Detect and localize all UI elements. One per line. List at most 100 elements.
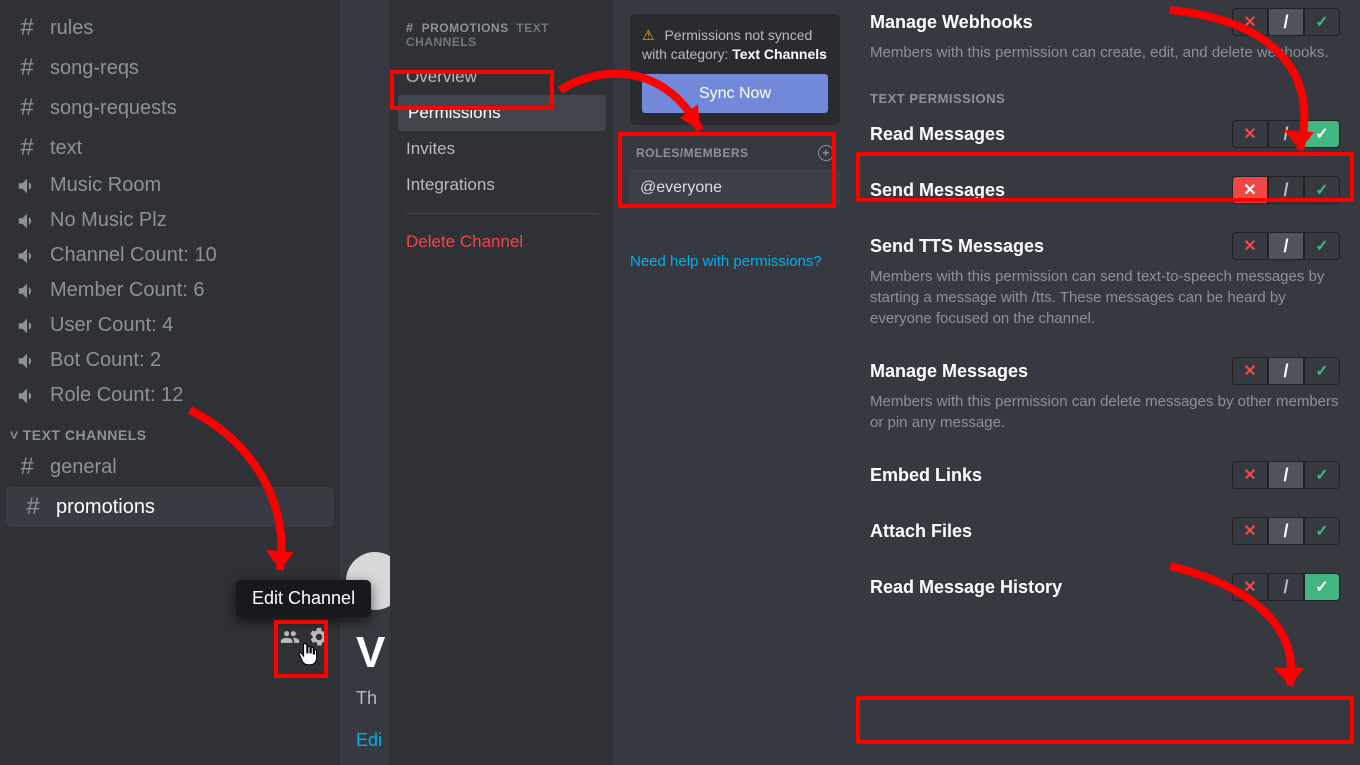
perm-allow-button[interactable]: ✓ (1304, 517, 1340, 545)
hash-icon (14, 94, 40, 122)
perm-deny-button[interactable]: ✕ (1232, 176, 1268, 204)
perm-deny-button[interactable]: ✕ (1232, 461, 1268, 489)
perm-title-label: Manage Messages (870, 361, 1028, 382)
chevron-down-icon: ˅ (10, 427, 19, 443)
channel-rules[interactable]: rules (0, 8, 340, 48)
nav-overview[interactable]: Overview (390, 59, 614, 95)
perm-deny-button[interactable]: ✕ (1232, 120, 1268, 148)
nav-invites[interactable]: Invites (390, 131, 614, 167)
check-icon: ✓ (1315, 124, 1328, 144)
perm-title-label: Attach Files (870, 521, 972, 542)
category-text-channels[interactable]: ˅ TEXT CHANNELS (0, 413, 340, 447)
perm-toggle: ✕ / ✓ (1232, 517, 1340, 545)
check-icon: ✓ (1315, 180, 1328, 200)
channel-label: rules (50, 17, 93, 40)
voice-no-music[interactable]: No Music Plz (0, 203, 340, 238)
x-icon: ✕ (1243, 577, 1256, 597)
perm-desc: Members with this permission can create,… (870, 42, 1340, 63)
perm-neutral-button[interactable]: / (1268, 120, 1304, 148)
welcome-heading-fragment: V (356, 628, 385, 678)
channel-label: Role Count: 12 (50, 384, 183, 407)
perm-manage-messages: Manage Messages ✕ / ✓ Members with this … (870, 357, 1340, 433)
hash-icon (14, 54, 40, 82)
hash-icon (14, 134, 40, 162)
perm-toggle: ✕ / ✓ (1232, 176, 1340, 204)
section-channel-name: PROMOTIONS (422, 21, 509, 35)
nav-permissions[interactable]: Permissions (398, 95, 606, 131)
perm-deny-button[interactable]: ✕ (1232, 357, 1268, 385)
slash-icon: / (1283, 521, 1288, 542)
permissions-help-link[interactable]: Need help with permissions? (630, 253, 840, 270)
voice-channel-count[interactable]: Channel Count: 10 (0, 238, 340, 273)
perm-allow-button[interactable]: ✓ (1304, 176, 1340, 204)
x-icon: ✕ (1243, 124, 1256, 144)
slash-icon: / (1283, 124, 1288, 145)
channel-label: song-requests (50, 97, 177, 120)
roles-header-label: ROLES/MEMBERS (636, 146, 749, 160)
slash-icon: / (1283, 180, 1288, 201)
slash-icon: / (1283, 577, 1288, 598)
check-icon: ✓ (1315, 577, 1328, 597)
perm-allow-button[interactable]: ✓ (1304, 120, 1340, 148)
perm-deny-button[interactable]: ✕ (1232, 573, 1268, 601)
roles-panel: ⚠ Permissions not synced with category: … (630, 14, 840, 270)
perm-neutral-button[interactable]: / (1268, 573, 1304, 601)
perm-attach-files: Attach Files ✕ / ✓ (870, 517, 1340, 545)
cursor-hand-icon (296, 642, 322, 673)
channel-song-reqs[interactable]: song-reqs (0, 48, 340, 88)
edit-link-fragment[interactable]: Edi (356, 730, 382, 751)
hash-icon (20, 493, 46, 521)
perm-embed-links: Embed Links ✕ / ✓ (870, 461, 1340, 489)
voice-user-count[interactable]: User Count: 4 (0, 308, 340, 343)
channel-label: song-reqs (50, 57, 139, 80)
speaker-icon (14, 210, 40, 232)
perm-deny-button[interactable]: ✕ (1232, 232, 1268, 260)
channel-promotions[interactable]: promotions (6, 487, 334, 527)
channel-general[interactable]: general (0, 447, 340, 487)
perm-allow-button[interactable]: ✓ (1304, 357, 1340, 385)
perm-neutral-button[interactable]: / (1268, 8, 1304, 36)
voice-role-count[interactable]: Role Count: 12 (0, 378, 340, 413)
check-icon: ✓ (1315, 465, 1328, 485)
x-icon: ✕ (1243, 236, 1256, 256)
perm-allow-button[interactable]: ✓ (1304, 8, 1340, 36)
perm-title-label: Embed Links (870, 465, 982, 486)
perm-read-history: Read Message History ✕ / ✓ (870, 573, 1340, 601)
sync-now-button[interactable]: Sync Now (642, 74, 828, 114)
add-role-icon[interactable]: + (818, 145, 834, 161)
perm-allow-button[interactable]: ✓ (1304, 573, 1340, 601)
perm-neutral-button[interactable]: / (1268, 232, 1304, 260)
channel-text[interactable]: text (0, 128, 340, 168)
channel-label: Bot Count: 2 (50, 349, 161, 372)
section-text-permissions: TEXT PERMISSIONS (870, 91, 1340, 106)
speaker-icon (14, 385, 40, 407)
voice-member-count[interactable]: Member Count: 6 (0, 273, 340, 308)
perm-neutral-button[interactable]: / (1268, 357, 1304, 385)
nav-delete-channel[interactable]: Delete Channel (390, 224, 614, 260)
perm-neutral-button[interactable]: / (1268, 176, 1304, 204)
voice-music-room[interactable]: Music Room (0, 168, 340, 203)
role-everyone[interactable]: @everyone (630, 169, 840, 207)
warning-icon: ⚠ (642, 27, 655, 43)
channel-label: Member Count: 6 (50, 279, 205, 302)
voice-bot-count[interactable]: Bot Count: 2 (0, 343, 340, 378)
perm-title-label: Send TTS Messages (870, 236, 1044, 257)
sync-text-b: Text Channels (732, 46, 827, 62)
perm-toggle: ✕ / ✓ (1232, 357, 1340, 385)
perm-title-label: Manage Webhooks (870, 12, 1033, 33)
channel-label: No Music Plz (50, 209, 167, 232)
perm-neutral-button[interactable]: / (1268, 461, 1304, 489)
channel-song-requests[interactable]: song-requests (0, 88, 340, 128)
check-icon: ✓ (1315, 361, 1328, 381)
perm-allow-button[interactable]: ✓ (1304, 232, 1340, 260)
speaker-icon (14, 315, 40, 337)
settings-section-label: # PROMOTIONS TEXT CHANNELS (390, 14, 614, 59)
perm-allow-button[interactable]: ✓ (1304, 461, 1340, 489)
nav-integrations[interactable]: Integrations (390, 167, 614, 203)
slash-icon: / (1283, 12, 1288, 33)
perm-deny-button[interactable]: ✕ (1232, 517, 1268, 545)
sync-card: ⚠ Permissions not synced with category: … (630, 14, 840, 125)
perm-title-label: Read Messages (870, 124, 1005, 145)
perm-deny-button[interactable]: ✕ (1232, 8, 1268, 36)
perm-neutral-button[interactable]: / (1268, 517, 1304, 545)
